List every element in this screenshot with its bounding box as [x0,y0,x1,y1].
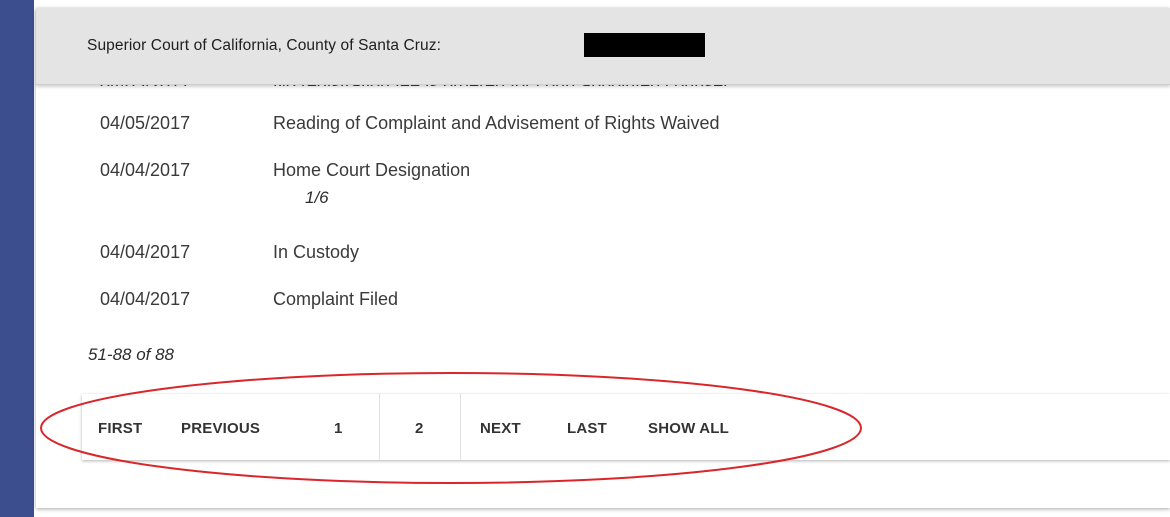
event-description: In Custody [273,242,360,262]
page-2-link[interactable]: 2 [415,420,424,437]
court-name: Superior Court of California, County of … [87,37,442,54]
event-description: Complaint Filed [273,289,399,309]
event-subtext: 1/6 [305,188,329,207]
panel-header: Superior Court of California, County of … [36,8,1170,85]
event-date: 04/04/2017 [100,289,191,309]
pager-divider [379,394,380,460]
event-description: Home Court Designation [273,160,471,180]
previous-page-link[interactable]: PREVIOUS [181,420,260,437]
event-date: 04/04/2017 [100,242,191,262]
redacted-case-number [584,33,705,57]
next-page-link[interactable]: NEXT [480,420,521,437]
event-date: 04/05/2017 [100,113,191,133]
event-description: Reading of Complaint and Advisement of R… [273,113,720,133]
first-page-link[interactable]: FIRST [98,420,142,437]
pager-divider [460,394,461,460]
event-date: 04/04/2017 [100,160,191,180]
last-page-link[interactable]: LAST [567,420,607,437]
pagination-bar: FIRST PREVIOUS 1 2 NEXT LAST SHOW ALL [82,394,1170,460]
case-events-panel: Superior Court of California, County of … [36,8,1170,508]
page-1-link[interactable]: 1 [334,420,343,437]
left-accent-bar [0,0,34,517]
show-all-link[interactable]: SHOW ALL [648,420,729,437]
results-count: 51-88 of 88 [88,345,175,364]
